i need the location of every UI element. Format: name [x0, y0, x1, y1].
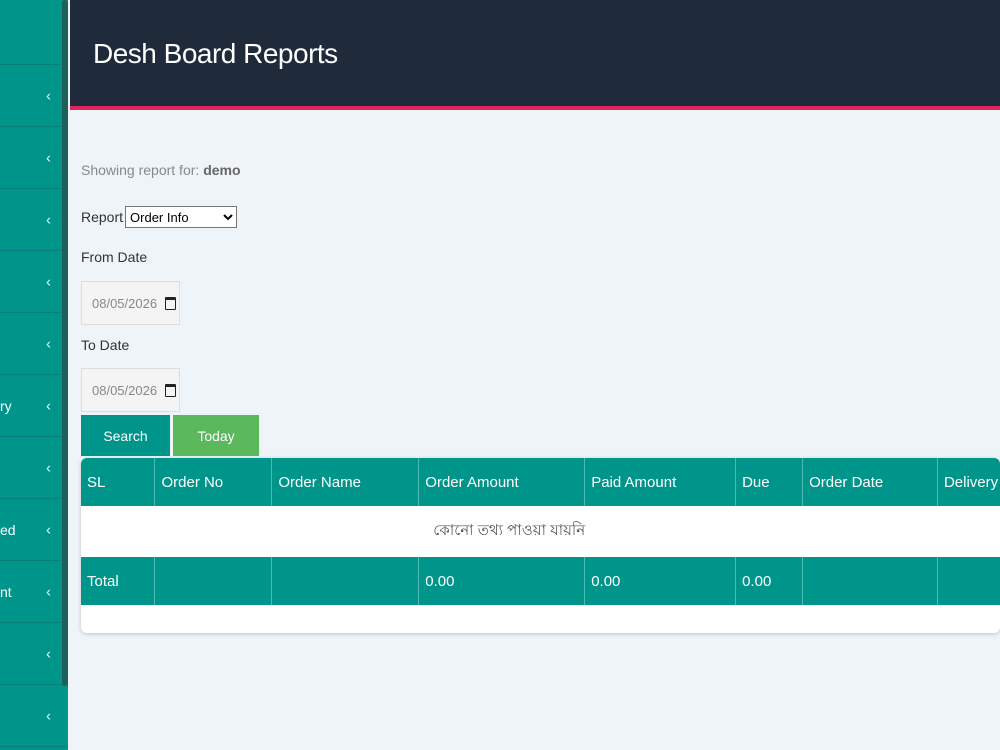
sidebar-item-3[interactable]: ‹	[0, 189, 68, 251]
report-table: SL Order No Order Name Order Amount Paid…	[81, 458, 1000, 605]
empty-message: কোনো তথ্য পাওয়া যায়নি	[433, 522, 586, 539]
total-due: 0.00	[735, 557, 804, 605]
total-order-amount: 0.00	[418, 557, 586, 605]
chevron-left-icon: ‹	[46, 521, 51, 538]
calendar-icon[interactable]	[165, 383, 177, 397]
sidebar-item-1[interactable]: ‹	[0, 65, 68, 127]
table-cell	[937, 557, 1000, 605]
sidebar-item-11[interactable]: ‹	[0, 685, 68, 747]
column-header[interactable]: Order No	[154, 458, 273, 506]
report-table-card: SL Order No Order Name Order Amount Paid…	[81, 458, 1000, 633]
page-header: Desh Board Reports	[70, 0, 1000, 110]
table-cell	[154, 557, 273, 605]
chevron-left-icon: ‹	[46, 397, 51, 414]
sidebar-item-label: ed	[0, 521, 16, 538]
empty-row: কোনো তথ্য পাওয়া যায়নি	[81, 506, 1000, 557]
to-date-value: 08/05/2026	[92, 382, 158, 398]
sidebar-item-5[interactable]: ‹	[0, 313, 68, 375]
sidebar-item-7[interactable]: ‹	[0, 437, 68, 499]
sidebar: ‹ ‹ ‹ ‹ ‹ ry ‹ ‹ ed ‹ nt ‹ ‹ ‹	[0, 0, 68, 750]
page-title: Desh Board Reports	[93, 38, 338, 69]
column-header[interactable]: Paid Amount	[584, 458, 737, 506]
column-header[interactable]: Order Date	[802, 458, 938, 506]
chevron-left-icon: ‹	[46, 87, 51, 104]
table-cell	[937, 506, 1000, 557]
from-date-input[interactable]: 08/05/2026	[81, 281, 180, 325]
report-label: Report	[81, 209, 124, 225]
total-paid-amount: 0.00	[584, 557, 737, 605]
chevron-left-icon: ‹	[46, 273, 51, 290]
total-label: Total	[81, 557, 156, 605]
chevron-left-icon: ‹	[46, 211, 51, 228]
chevron-left-icon: ‹	[46, 645, 51, 662]
report-select-row: Report Order Info	[81, 206, 238, 228]
column-header[interactable]: Due	[735, 458, 804, 506]
showing-report-text: Showing report for: demo	[81, 162, 241, 178]
report-select[interactable]: Order Info	[125, 206, 238, 228]
sidebar-item-6[interactable]: ry ‹	[0, 375, 68, 437]
from-date-label: From Date	[81, 249, 148, 265]
chevron-left-icon: ‹	[46, 149, 51, 166]
today-button[interactable]: Today	[173, 415, 259, 456]
chevron-left-icon: ‹	[46, 707, 51, 724]
column-header[interactable]: Order Amount	[418, 458, 586, 506]
total-row: Total 0.00 0.00 0.00	[81, 557, 1000, 605]
sidebar-scrollbar[interactable]	[62, 0, 68, 686]
column-header[interactable]: Order Name	[271, 458, 420, 506]
sidebar-item-2[interactable]: ‹	[0, 127, 68, 189]
sidebar-brand	[0, 0, 68, 65]
to-date-label: To Date	[81, 337, 130, 353]
table-header-row: SL Order No Order Name Order Amount Paid…	[81, 458, 1000, 506]
table-cell	[802, 557, 938, 605]
sidebar-item-9[interactable]: nt ‹	[0, 561, 68, 623]
table-cell	[271, 557, 420, 605]
from-date-value: 08/05/2026	[92, 295, 158, 311]
chevron-left-icon: ‹	[46, 583, 51, 600]
chevron-left-icon: ‹	[46, 335, 51, 352]
search-button[interactable]: Search	[81, 415, 170, 456]
column-header[interactable]: SL	[81, 458, 156, 506]
sidebar-item-8[interactable]: ed ‹	[0, 499, 68, 561]
showing-prefix: Showing report for:	[81, 162, 200, 178]
chevron-left-icon: ‹	[46, 459, 51, 476]
sidebar-item-4[interactable]: ‹	[0, 251, 68, 313]
column-header[interactable]: Delivery Da	[937, 458, 1000, 506]
sidebar-item-label: nt	[0, 583, 12, 600]
calendar-icon[interactable]	[165, 296, 177, 310]
showing-user: demo	[203, 162, 241, 178]
to-date-input[interactable]: 08/05/2026	[81, 368, 180, 412]
sidebar-item-10[interactable]: ‹	[0, 623, 68, 685]
sidebar-item-label: ry	[0, 397, 12, 414]
